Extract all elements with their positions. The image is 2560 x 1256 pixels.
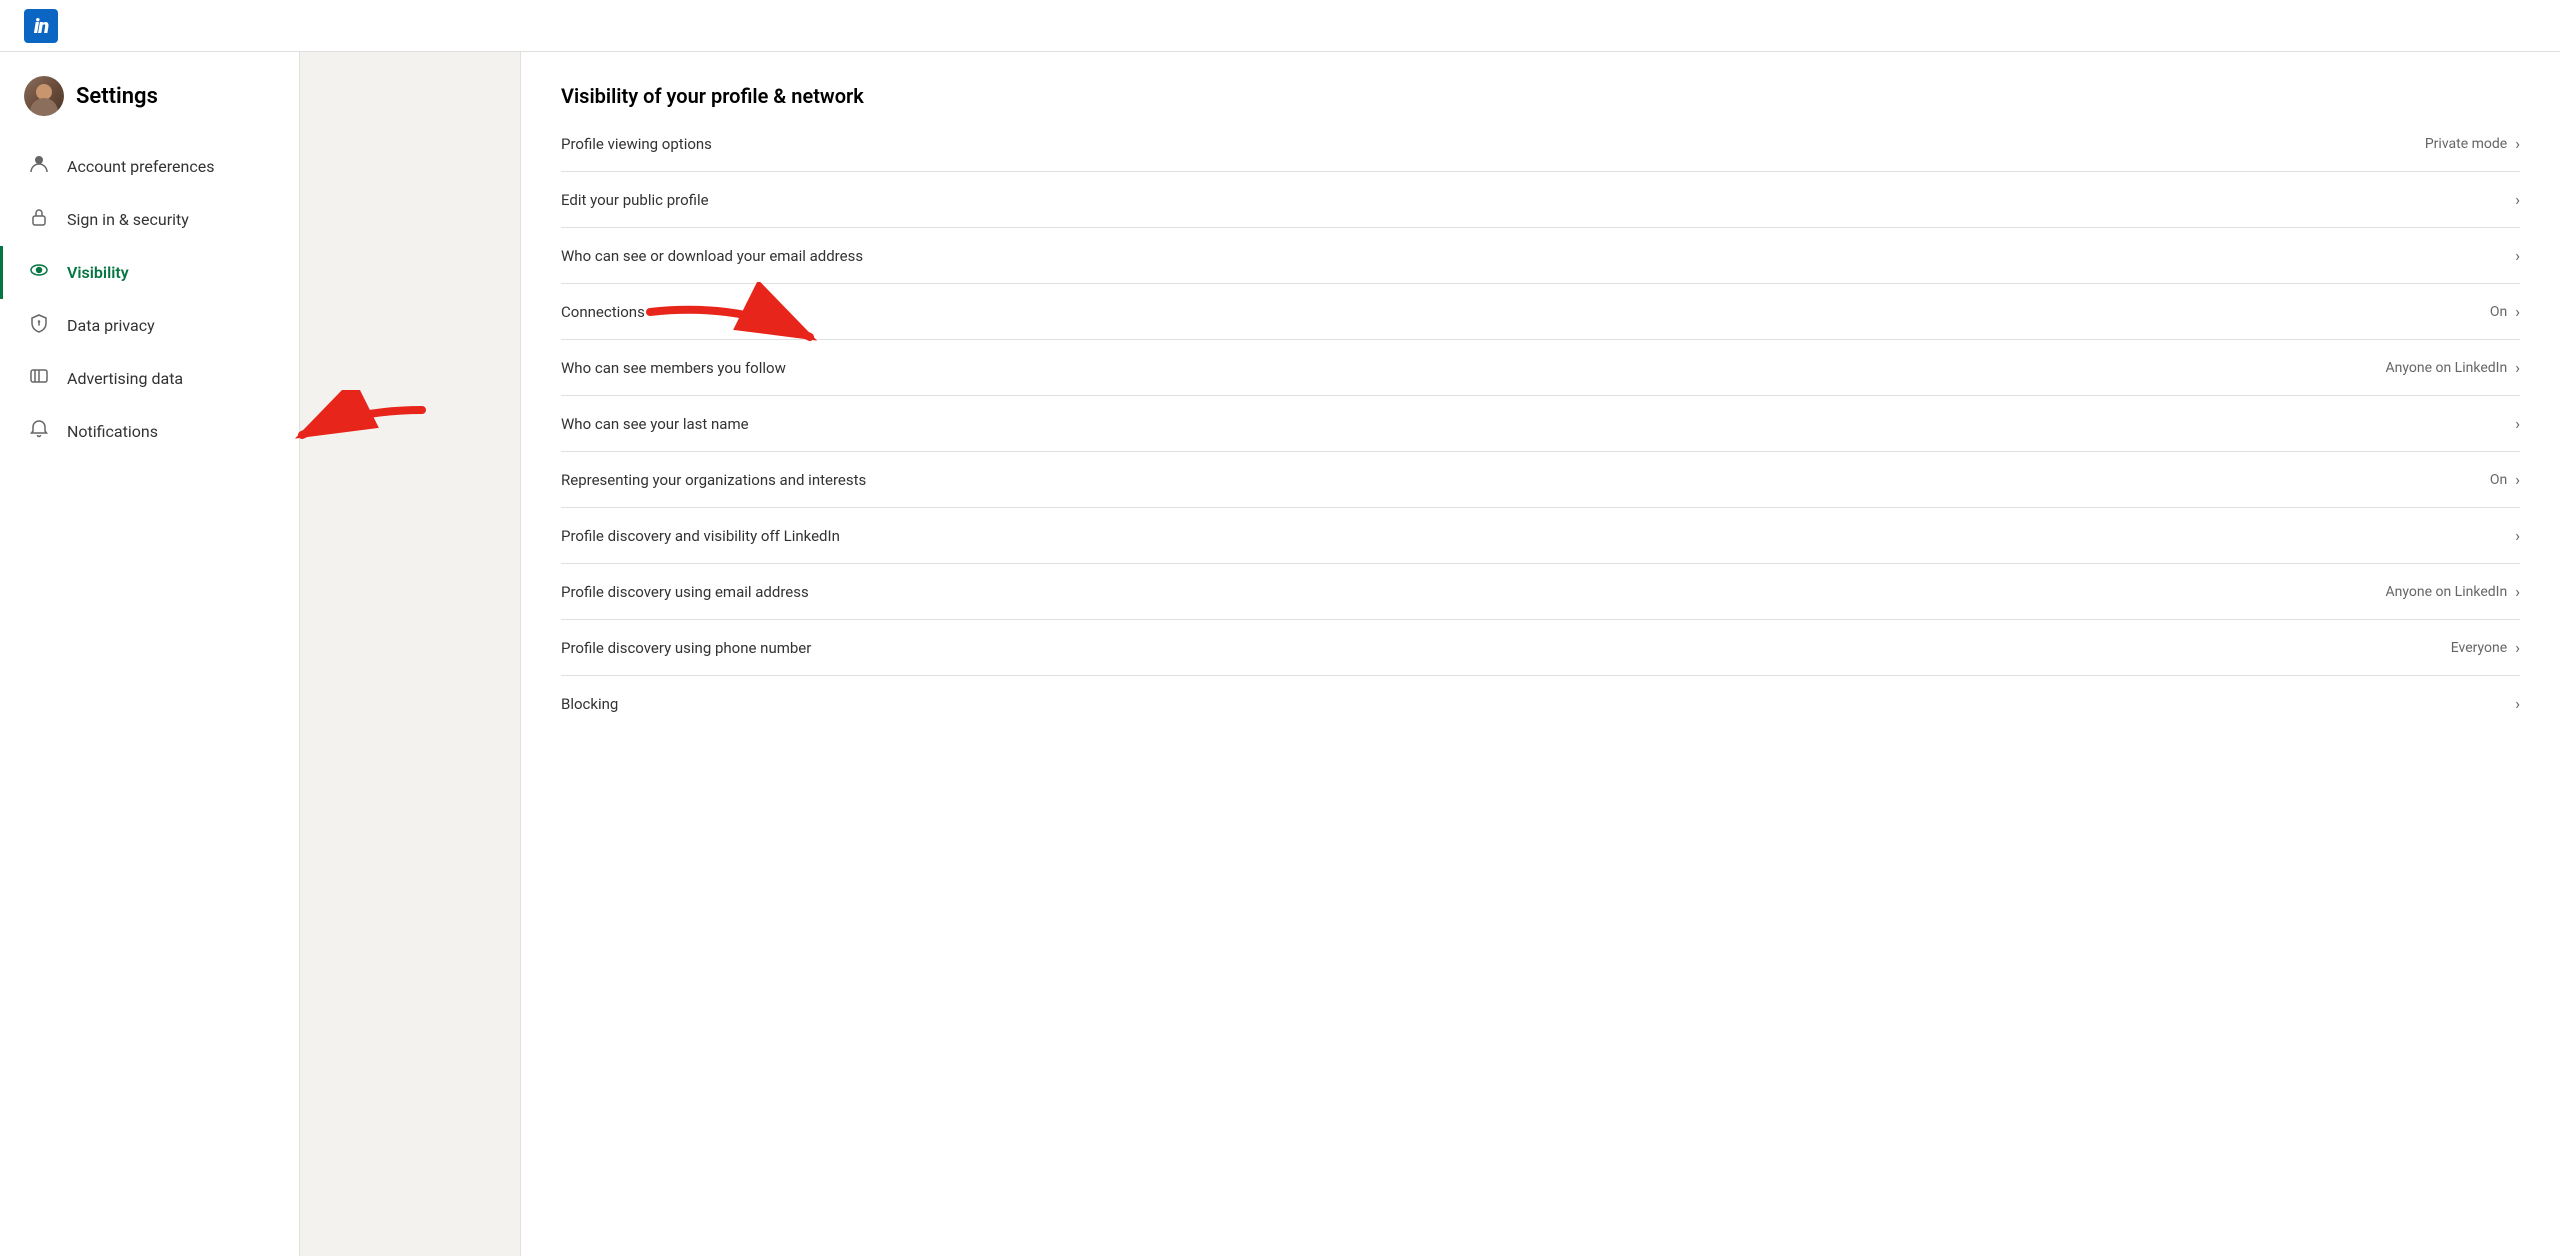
chevron-right-icon: › (2515, 694, 2520, 713)
item-value: Everyone (2451, 640, 2507, 656)
item-left: Who can see members you follow (561, 359, 2386, 377)
chevron-right-icon: › (2515, 582, 2520, 601)
sidebar-item-visibility[interactable]: Visibility (0, 246, 299, 299)
sidebar-item-notifications[interactable]: Notifications (0, 405, 299, 458)
settings-item-profile-discovery-off[interactable]: Profile discovery and visibility off Lin… (561, 508, 2520, 564)
chevron-right-icon: › (2515, 414, 2520, 433)
eye-icon (27, 260, 51, 285)
item-left: Representing your organizations and inte… (561, 471, 2490, 489)
item-left: Profile viewing options (561, 135, 2425, 153)
item-right: On › (2490, 470, 2520, 489)
chevron-right-icon: › (2515, 302, 2520, 321)
item-left: Edit your public profile (561, 191, 2507, 209)
chevron-right-icon: › (2515, 638, 2520, 657)
item-left: Profile discovery and visibility off Lin… (561, 527, 2507, 545)
ad-icon (27, 366, 51, 391)
settings-item-email-visibility[interactable]: Who can see or download your email addre… (561, 228, 2520, 284)
item-right: Anyone on LinkedIn › (2386, 582, 2521, 601)
settings-item-profile-discovery-phone[interactable]: Profile discovery using phone number Eve… (561, 620, 2520, 676)
main-content: Visibility of your profile & network Pro… (520, 52, 2560, 1256)
settings-header: Settings (0, 76, 299, 140)
item-left: Blocking (561, 695, 2507, 713)
item-right: › (2507, 526, 2520, 545)
avatar (24, 76, 64, 116)
item-value: Anyone on LinkedIn (2386, 584, 2508, 600)
sidebar-item-account-preferences[interactable]: Account preferences (0, 140, 299, 193)
settings-item-profile-discovery-email[interactable]: Profile discovery using email address An… (561, 564, 2520, 620)
item-right: Private mode › (2425, 134, 2520, 153)
chevron-right-icon: › (2515, 134, 2520, 153)
chevron-right-icon: › (2515, 358, 2520, 377)
sidebar-item-label: Data privacy (67, 316, 155, 335)
sidebar-item-data-privacy[interactable]: Data privacy (0, 299, 299, 352)
avatar-image (24, 76, 64, 116)
item-label: Profile discovery using email address (561, 583, 809, 601)
item-label: Edit your public profile (561, 191, 709, 209)
section-title: Visibility of your profile & network (561, 84, 2520, 108)
item-label: Profile discovery and visibility off Lin… (561, 527, 840, 545)
item-right: Everyone › (2451, 638, 2520, 657)
item-right: › (2507, 246, 2520, 265)
sidebar-item-label: Advertising data (67, 369, 183, 388)
sidebar-navigation: Account preferences Sign in & security (0, 140, 299, 458)
chevron-right-icon: › (2515, 470, 2520, 489)
item-left: Connections (561, 303, 2490, 321)
item-label: Who can see members you follow (561, 359, 786, 377)
sidebar-item-label: Sign in & security (67, 210, 189, 229)
settings-item-last-name[interactable]: Who can see your last name › (561, 396, 2520, 452)
lock-icon (27, 207, 51, 232)
settings-item-edit-public-profile[interactable]: Edit your public profile › (561, 172, 2520, 228)
item-value: On (2490, 304, 2507, 320)
item-value: On (2490, 472, 2507, 488)
item-right: On › (2490, 302, 2520, 321)
sidebar-item-sign-in-security[interactable]: Sign in & security (0, 193, 299, 246)
item-label: Who can see or download your email addre… (561, 247, 863, 265)
chevron-right-icon: › (2515, 526, 2520, 545)
settings-item-blocking[interactable]: Blocking › (561, 676, 2520, 731)
item-label: Blocking (561, 695, 618, 713)
linkedin-logo[interactable]: in (24, 9, 58, 43)
item-left: Who can see your last name (561, 415, 2507, 433)
item-right: Anyone on LinkedIn › (2386, 358, 2521, 377)
chevron-right-icon: › (2515, 246, 2520, 265)
settings-title: Settings (76, 84, 158, 109)
item-right: › (2507, 414, 2520, 433)
item-label: Profile discovery using phone number (561, 639, 811, 657)
settings-item-organizations[interactable]: Representing your organizations and inte… (561, 452, 2520, 508)
settings-item-connections[interactable]: Connections On › (561, 284, 2520, 340)
item-label: Profile viewing options (561, 135, 712, 153)
bell-icon (27, 419, 51, 444)
middle-area (300, 52, 520, 1256)
sidebar: Settings Account preferences (0, 52, 300, 1256)
shield-icon (27, 313, 51, 338)
item-value: Private mode (2425, 136, 2507, 152)
settings-item-profile-viewing-options[interactable]: Profile viewing options Private mode › (561, 116, 2520, 172)
chevron-right-icon: › (2515, 190, 2520, 209)
item-right: › (2507, 190, 2520, 209)
item-left: Profile discovery using phone number (561, 639, 2451, 657)
person-icon (27, 154, 51, 179)
item-label: Who can see your last name (561, 415, 749, 433)
sidebar-item-advertising-data[interactable]: Advertising data (0, 352, 299, 405)
item-label: Representing your organizations and inte… (561, 471, 866, 489)
item-right: › (2507, 694, 2520, 713)
item-label: Connections (561, 303, 645, 321)
sidebar-item-label: Visibility (67, 263, 129, 282)
settings-list: Profile viewing options Private mode › E… (561, 116, 2520, 731)
sidebar-item-label: Notifications (67, 422, 158, 441)
sidebar-item-label: Account preferences (67, 157, 214, 176)
item-left: Profile discovery using email address (561, 583, 2386, 601)
top-navigation: in (0, 0, 2560, 52)
settings-item-members-follow[interactable]: Who can see members you follow Anyone on… (561, 340, 2520, 396)
item-value: Anyone on LinkedIn (2386, 360, 2508, 376)
item-left: Who can see or download your email addre… (561, 247, 2507, 265)
